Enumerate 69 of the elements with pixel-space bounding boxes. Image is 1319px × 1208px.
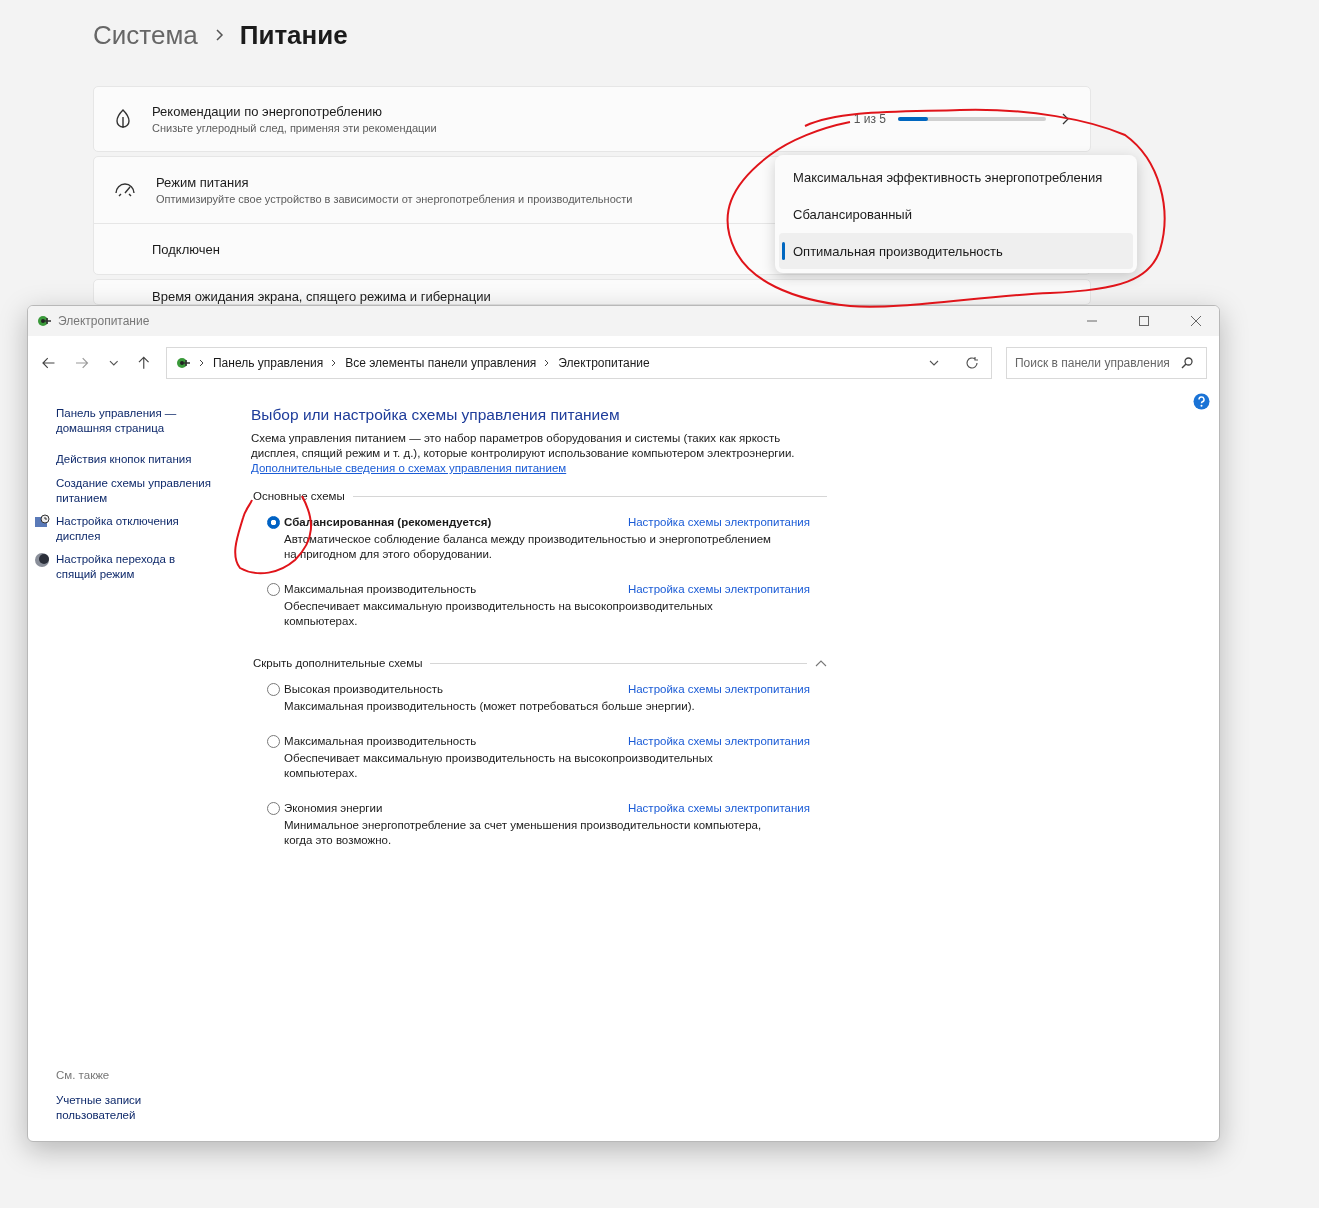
plan-settings-link[interactable]: Настройка схемы электропитания	[627, 583, 810, 595]
description-text: Схема управления питанием — это набор параметров оборудования и системы (таких как яркость дисплея, спящий режим и т. д.), которые контролируют использование компьютером электроэнергии.	[251, 431, 796, 461]
gauge-icon	[114, 181, 136, 199]
card-title: Время ожидания экрана, спящего режима и гибернации	[152, 289, 491, 304]
sidebar-link[interactable]: Создание схемы управления питанием	[56, 476, 213, 506]
sidebar-link[interactable]: Панель управления — домашняя страница	[56, 406, 213, 436]
radio-button[interactable]	[267, 734, 280, 748]
chevron-down-icon[interactable]	[929, 360, 939, 366]
page-heading: Выбор или настройка схемы управления питанием	[251, 406, 621, 424]
plan-name: Экономия энергии	[284, 802, 383, 814]
plan-settings-link[interactable]: Настройка схемы электропитания	[627, 735, 810, 747]
sleep-card[interactable]: Время ожидания экрана, спящего режима и гибернации	[93, 279, 1091, 305]
plan-name: Высокая производительность	[284, 683, 443, 695]
leaf-icon	[114, 109, 132, 129]
plan-description: Обеспечивает максимальную производительность на высокопроизводительных компьютерах.	[283, 599, 714, 629]
search-icon	[1181, 357, 1193, 369]
chevron-right-icon	[213, 28, 224, 42]
plan-description: Максимальная производительность (может потребоваться больше энергии).	[283, 699, 696, 714]
plan-settings-link[interactable]: Настройка схемы электропитания	[627, 516, 810, 528]
group-title: Основные схемы	[253, 490, 345, 502]
close-icon[interactable]	[1190, 315, 1202, 327]
up-arrow-icon[interactable]	[138, 356, 150, 370]
radio-button[interactable]	[267, 801, 280, 815]
dropdown-option[interactable]: Сбалансированный	[779, 196, 1133, 232]
sub-row-label: Подключен	[152, 241, 220, 257]
card-title: Рекомендации по энергопотреблению	[152, 104, 383, 119]
see-also-heading: См. также	[56, 1069, 111, 1081]
chevron-right-icon	[331, 359, 338, 367]
address-segment[interactable]: Все элементы панели управления	[345, 356, 537, 370]
radio-button[interactable]	[267, 682, 280, 696]
sidebar-link[interactable]: Действия кнопок питания	[56, 452, 213, 467]
radio-button[interactable]	[267, 582, 280, 596]
radio-button[interactable]	[267, 515, 280, 529]
plan-settings-link[interactable]: Настройка схемы электропитания	[627, 683, 810, 695]
sidebar-link[interactable]: Настройка отключения дисплея	[56, 514, 213, 544]
search-field[interactable]: Поиск в панели управления	[1006, 347, 1207, 379]
card-subtitle: Снизьте углеродный след, применяя эти рекомендации	[152, 122, 437, 134]
dropdown-option[interactable]: Максимальная эффективность энергопотребления	[779, 159, 1133, 195]
plan-description: Обеспечивает максимальную производительность на высокопроизводительных компьютерах.	[283, 751, 714, 781]
chevron-right-icon	[544, 359, 551, 367]
breadcrumb-parent[interactable]: Система	[93, 19, 198, 51]
moon-icon	[34, 552, 50, 568]
address-segment[interactable]: Панель управления	[213, 356, 324, 370]
back-arrow-icon[interactable]	[42, 357, 56, 369]
plan-name: Максимальная производительность	[284, 735, 477, 747]
plan-settings-link[interactable]: Настройка схемы электропитания	[627, 802, 810, 814]
refresh-icon[interactable]	[965, 356, 979, 370]
page-title: Питание	[239, 19, 348, 51]
sidebar-link[interactable]: Учетные записи пользователей	[56, 1093, 156, 1123]
maximize-icon[interactable]	[1138, 315, 1150, 327]
help-icon[interactable]	[1193, 393, 1210, 410]
address-segment[interactable]: Электропитание	[558, 356, 650, 370]
address-bar[interactable]: Панель управления Все элементы панели управления Электропитание	[166, 347, 992, 379]
collapse-link[interactable]: Скрыть дополнительные схемы	[253, 657, 423, 669]
power-plug-icon	[36, 313, 52, 329]
card-title: Режим питания	[156, 175, 249, 190]
info-link[interactable]: Дополнительные сведения о схемах управления питанием	[251, 461, 567, 476]
chevron-right-icon[interactable]	[1060, 112, 1070, 126]
power-plug-icon	[175, 355, 191, 371]
dropdown-option[interactable]: Оптимальная производительность	[779, 233, 1133, 269]
chevron-right-icon	[199, 359, 205, 367]
sidebar-link[interactable]: Настройка перехода в спящий режим	[56, 552, 213, 582]
window-title: Электропитание	[58, 314, 150, 328]
card-subtitle: Оптимизируйте свое устройство в зависимости от энергопотребления и производительности	[156, 193, 633, 205]
chevron-up-icon[interactable]	[815, 659, 827, 667]
plan-name: Максимальная производительность	[284, 583, 477, 595]
plan-description: Минимальное энергопотребление за счет уменьшения производительности компьютера, когда это возможно.	[283, 818, 763, 848]
monitor-clock-icon	[34, 514, 50, 530]
chevron-down-icon[interactable]	[108, 360, 119, 366]
